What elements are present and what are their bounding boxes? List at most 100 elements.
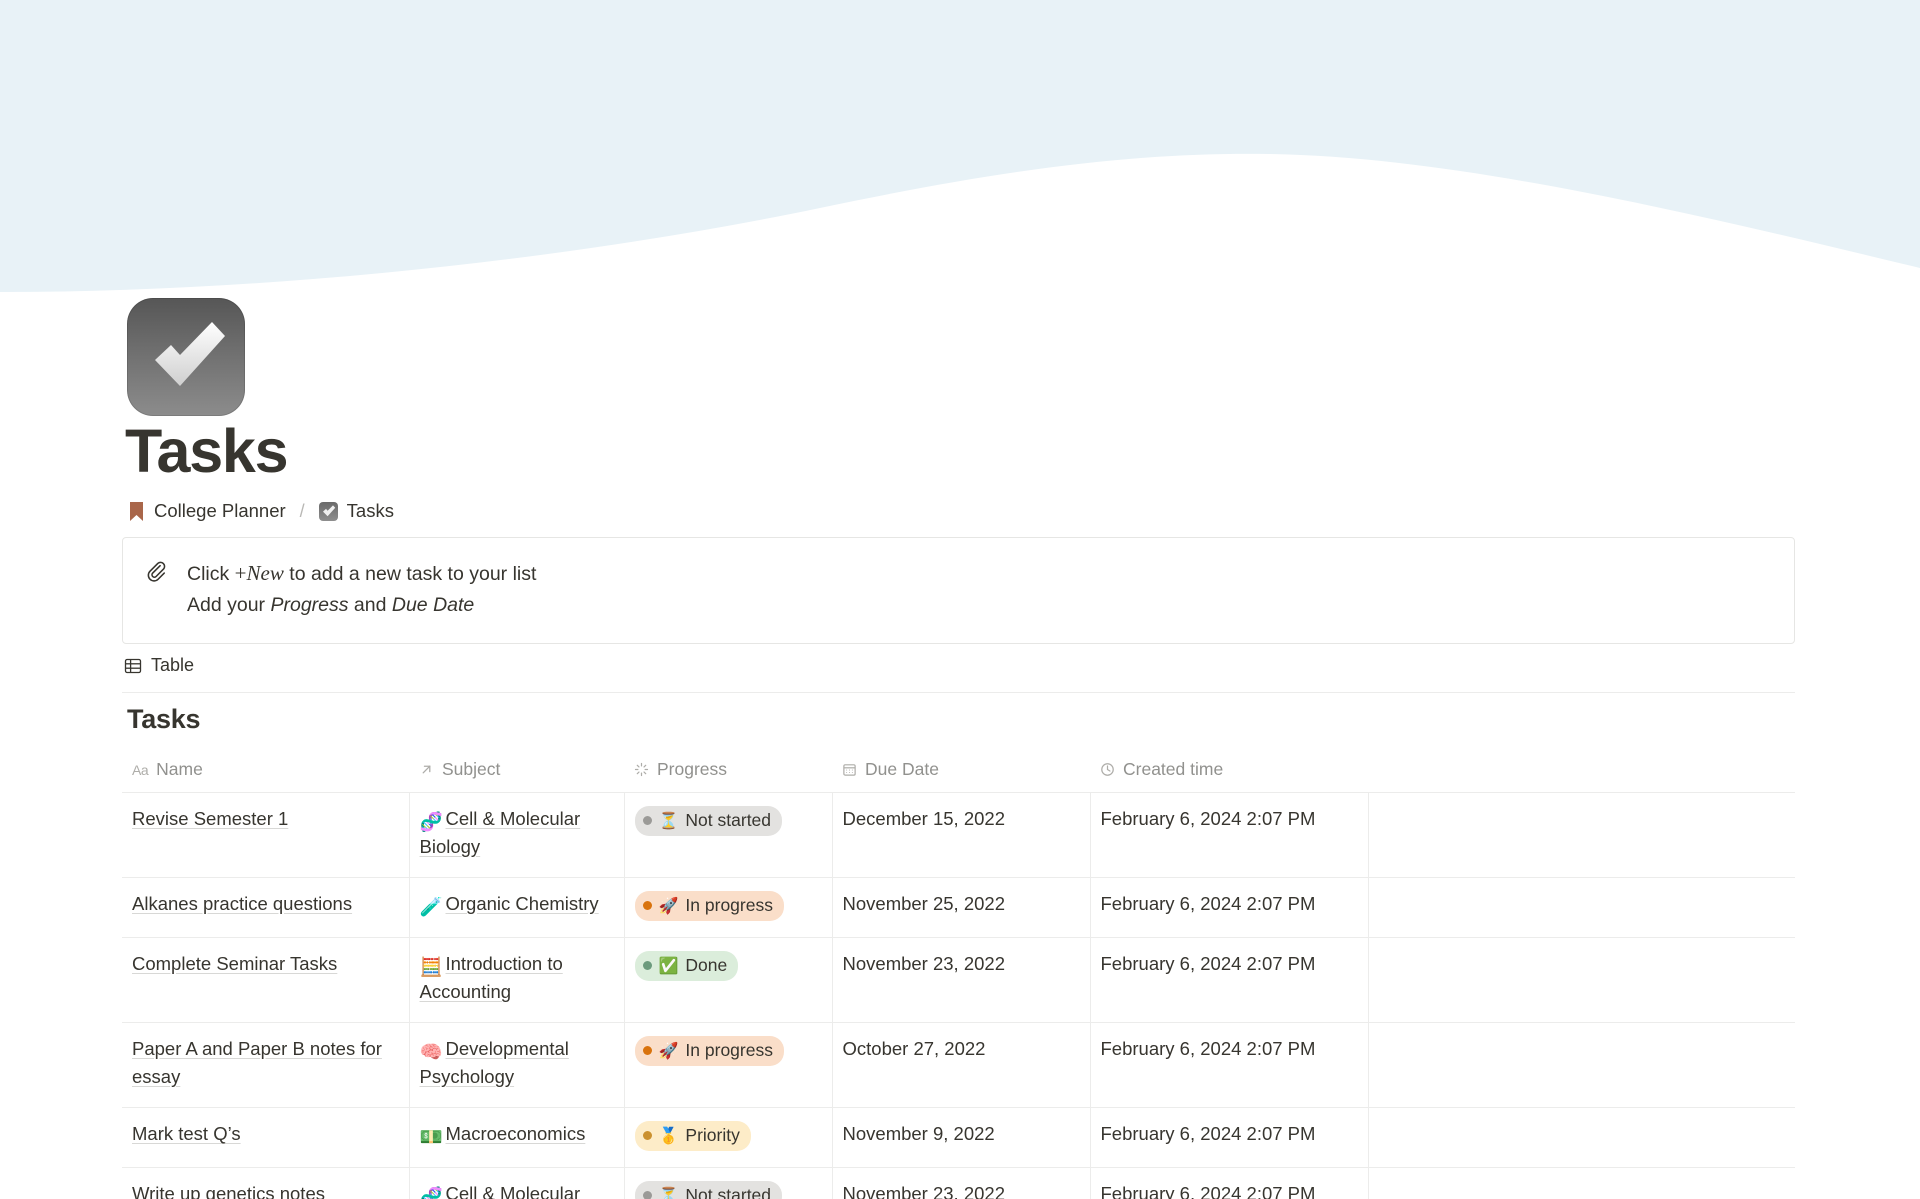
subject-emoji-icon: 🧪 — [419, 897, 443, 918]
column-header-empty[interactable] — [1368, 755, 1795, 793]
page-icon-check-mark-button[interactable] — [127, 298, 245, 416]
cell-progress[interactable]: 🚀 In progress — [624, 877, 833, 938]
cell-progress[interactable]: ✅ Done — [624, 937, 833, 1023]
status-badge[interactable]: 🚀 In progress — [634, 1036, 784, 1066]
table-row[interactable]: Paper A and Paper B notes for essay 🧠 Deve… — [122, 1022, 1795, 1108]
callout-text: Click +New to add a new task to your lis… — [187, 558, 536, 621]
callout-line-1: Click +New to add a new task to your lis… — [187, 558, 536, 590]
status-emoji-icon: 🥇 — [658, 1126, 679, 1145]
cell-progress[interactable]: 🚀 In progress — [624, 1022, 833, 1108]
cell-subject[interactable]: 💵 Macroeconomics — [409, 1107, 625, 1168]
cell-due-date[interactable]: December 15, 2022 — [832, 792, 1091, 878]
column-header-due-date-label: Due Date — [865, 759, 939, 779]
status-dot — [642, 1191, 652, 1199]
cell-empty[interactable] — [1368, 1167, 1795, 1199]
cell-empty[interactable] — [1368, 877, 1795, 938]
cell-due-date[interactable]: November 23, 2022 — [832, 937, 1091, 1023]
cell-name[interactable]: Alkanes practice questions — [122, 877, 410, 938]
status-badge[interactable]: ⏳ Not started — [634, 806, 783, 836]
check-mark-icon — [155, 322, 225, 386]
subject-relation-link[interactable]: Cell & Molecular Biology — [420, 808, 581, 857]
column-header-due-date[interactable]: Due Date — [832, 755, 1090, 793]
status-label: Done — [685, 955, 728, 975]
status-badge[interactable]: ✅ Done — [634, 951, 739, 981]
status-badge[interactable]: 🥇 Priority — [634, 1121, 751, 1151]
cell-subject[interactable]: 🧠 Developmental Psychology — [409, 1022, 625, 1108]
subject-relation-link[interactable]: Cell & Molecular Biology — [420, 1183, 581, 1199]
table-header-row: Aa Name Subject Progress Due Date Create… — [122, 755, 1795, 793]
task-name-link[interactable]: Complete Seminar Tasks — [132, 953, 337, 974]
cell-progress[interactable]: ⏳ Not started — [624, 792, 833, 878]
tab-table-label: Table — [151, 655, 195, 675]
database-title[interactable]: Tasks — [127, 704, 200, 735]
cell-due-date[interactable]: October 27, 2022 — [832, 1022, 1091, 1108]
cell-empty[interactable] — [1368, 937, 1795, 1023]
cell-subject[interactable]: 🧮 Introduction to Accounting — [409, 937, 625, 1023]
cell-created-time[interactable]: February 6, 2024 2:07 PM — [1090, 877, 1369, 938]
tab-table-view[interactable]: Table — [122, 655, 196, 686]
status-emoji-icon: 🚀 — [658, 896, 679, 915]
subject-emoji-icon: 🧠 — [419, 1042, 443, 1063]
subject-relation-link[interactable]: Organic Chemistry — [446, 893, 599, 914]
cell-created-time[interactable]: February 6, 2024 2:07 PM — [1090, 792, 1369, 878]
cell-created-time[interactable]: February 6, 2024 2:07 PM — [1090, 1107, 1369, 1168]
cell-progress[interactable]: 🥇 Priority — [624, 1107, 833, 1168]
cell-name[interactable]: Mark test Q’s — [122, 1107, 410, 1168]
paperclip-icon — [145, 558, 167, 621]
cell-empty[interactable] — [1368, 1022, 1795, 1108]
clock-icon — [1100, 762, 1115, 777]
cell-name[interactable]: Write up genetics notes — [122, 1167, 410, 1199]
cell-created-time[interactable]: February 6, 2024 2:07 PM — [1090, 1167, 1369, 1199]
column-header-progress[interactable]: Progress — [624, 755, 832, 793]
status-label: In progress — [685, 895, 773, 915]
cell-name[interactable]: Paper A and Paper B notes for essay — [122, 1022, 410, 1108]
status-spinner-icon — [634, 762, 649, 777]
task-name-link[interactable]: Paper A and Paper B notes for essay — [132, 1038, 382, 1087]
table-row[interactable]: Complete Seminar Tasks 🧮 Introduction to A… — [122, 937, 1795, 1023]
cell-subject[interactable]: 🧬Cell & Molecular Biology — [409, 792, 625, 878]
status-label: Not started — [685, 810, 772, 830]
cell-name[interactable]: Complete Seminar Tasks — [122, 937, 410, 1023]
new-keyword: +New — [235, 561, 284, 585]
cell-name[interactable]: Revise Semester 1 — [122, 792, 410, 878]
table-header: Aa Name Subject Progress Due Date Create… — [122, 755, 1795, 793]
task-name-link[interactable]: Mark test Q’s — [132, 1123, 241, 1144]
breadcrumb-item-tasks[interactable]: Tasks — [318, 500, 394, 522]
page-title[interactable]: Tasks — [125, 417, 289, 485]
cell-due-date[interactable]: November 25, 2022 — [832, 877, 1091, 938]
task-name-link[interactable]: Revise Semester 1 — [132, 808, 288, 829]
table-row[interactable]: Write up genetics notes 🧬 Cell & Molecular… — [122, 1167, 1795, 1199]
breadcrumb-item-college-planner[interactable]: College Planner — [128, 500, 286, 522]
column-header-created-time[interactable]: Created time — [1090, 755, 1368, 793]
breadcrumb-parent-label: College Planner — [154, 500, 286, 521]
status-label: Not started — [685, 1185, 772, 1199]
task-name-link[interactable]: Alkanes practice questions — [132, 893, 352, 914]
table-row[interactable]: Alkanes practice questions 🧪 Organic Chemi… — [122, 877, 1795, 938]
callout-block[interactable]: Click +New to add a new task to your lis… — [122, 537, 1795, 644]
subject-relation-link[interactable]: Macroeconomics — [446, 1123, 586, 1144]
table-icon — [124, 657, 142, 675]
cell-empty[interactable] — [1368, 1107, 1795, 1168]
task-name-link[interactable]: Write up genetics notes — [132, 1183, 325, 1199]
cell-due-date[interactable]: November 23, 2022 — [832, 1167, 1091, 1199]
column-header-name[interactable]: Aa Name — [122, 755, 409, 793]
status-dot — [642, 961, 652, 970]
cover-wave-graphic — [0, 0, 1920, 310]
column-header-subject[interactable]: Subject — [409, 755, 624, 793]
table-row[interactable]: Mark test Q’s 💵 Macroeconomics 🥇 Priority Nov… — [122, 1107, 1795, 1168]
status-badge[interactable]: 🚀 In progress — [634, 891, 784, 921]
status-badge[interactable]: ⏳ Not started — [634, 1181, 783, 1199]
cell-created-time[interactable]: February 6, 2024 2:07 PM — [1090, 937, 1369, 1023]
cell-empty[interactable] — [1368, 792, 1795, 878]
cell-due-date[interactable]: November 9, 2022 — [832, 1107, 1091, 1168]
subject-emoji-icon: 💵 — [419, 1127, 443, 1148]
table-row[interactable]: Revise Semester 1 🧬 Cell & Molecular Biolo… — [122, 792, 1795, 878]
cell-progress[interactable]: ⏳ Not started — [624, 1167, 833, 1199]
column-header-name-label: Name — [156, 759, 203, 779]
cell-subject[interactable]: 🧪 Organic Chemistry — [409, 877, 625, 938]
cell-subject[interactable]: 🧬Cell & Molecular Biology — [409, 1167, 625, 1199]
cell-created-time[interactable]: February 6, 2024 2:07 PM — [1090, 1022, 1369, 1108]
status-label: Priority — [685, 1125, 740, 1145]
new-word: New — [246, 561, 284, 585]
status-dot — [642, 901, 652, 910]
